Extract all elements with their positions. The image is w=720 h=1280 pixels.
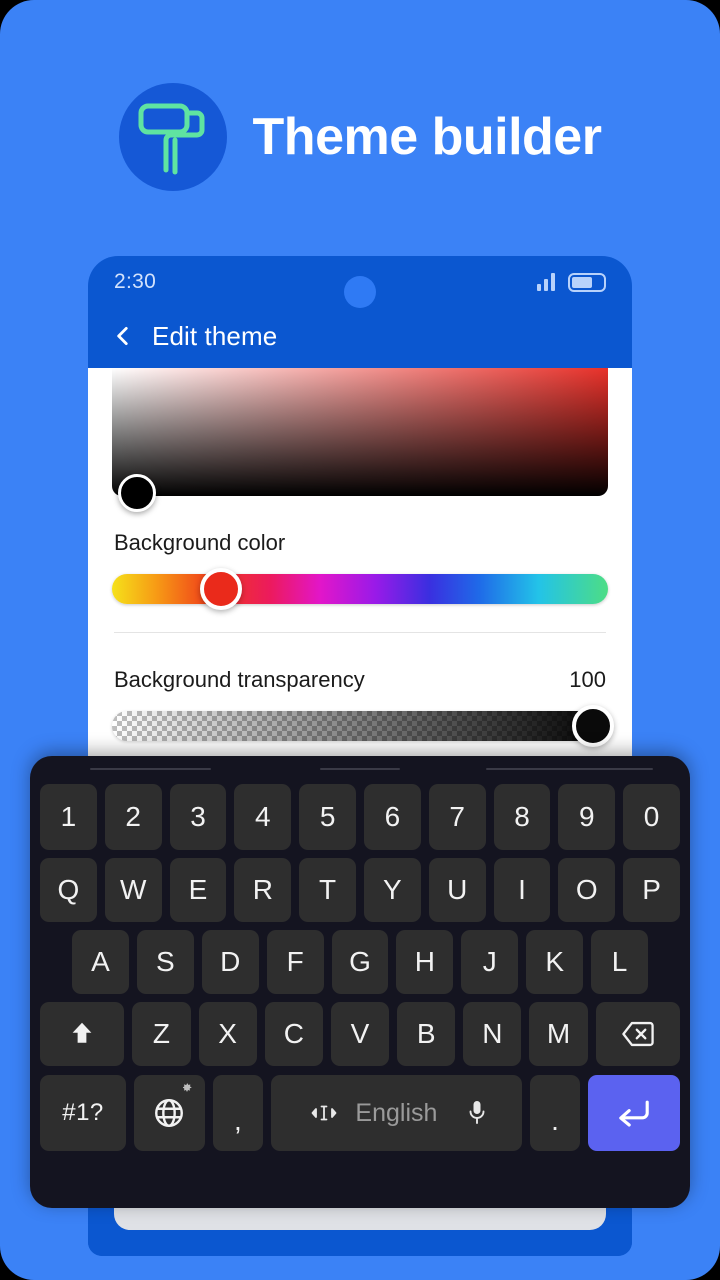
key-1[interactable]: 1	[40, 784, 97, 850]
key-q[interactable]: Q	[40, 858, 97, 922]
key-c[interactable]: C	[264, 1002, 323, 1066]
key-d[interactable]: D	[201, 930, 259, 994]
key-v[interactable]: V	[330, 1002, 390, 1066]
key-9[interactable]: 9	[558, 784, 616, 850]
shift-key[interactable]	[39, 1002, 125, 1066]
section-divider	[114, 632, 606, 633]
suggestion-slot-3[interactable]	[465, 768, 674, 770]
keyboard-row-numbers: 1 2 3 4 5 6 7 8 9 0	[40, 784, 680, 850]
enter-key[interactable]	[588, 1075, 680, 1151]
status-icons	[537, 272, 606, 292]
enter-return-icon	[619, 1100, 649, 1127]
key-3[interactable]: 3	[169, 784, 227, 850]
comma-key[interactable]: ,	[212, 1075, 264, 1151]
background-transparency-value: 100	[569, 667, 606, 692]
transparency-slider-thumb[interactable]	[572, 705, 615, 747]
key-p[interactable]: P	[623, 858, 680, 922]
backspace-key[interactable]	[595, 1002, 681, 1066]
keyboard-row-home: A S D F G H J K L	[40, 930, 680, 994]
background-color-label: Background color	[114, 530, 286, 555]
key-n[interactable]: N	[463, 1002, 522, 1066]
background-transparency-row: Background transparency 100	[88, 667, 632, 693]
language-globe-key[interactable]	[134, 1075, 205, 1151]
cursor-move-icon	[311, 1105, 337, 1121]
space-key[interactable]: English	[271, 1075, 522, 1151]
key-4[interactable]: 4	[234, 784, 292, 850]
paint-roller-icon	[118, 83, 227, 191]
globe-language-icon	[155, 1099, 184, 1127]
keyboard-row-bottom-letters: Z X C V B N M	[39, 1002, 681, 1066]
camera-punch-hole	[344, 276, 376, 308]
keyboard-row-functions: #1? , English .	[40, 1075, 680, 1151]
key-u[interactable]: U	[428, 858, 486, 922]
key-0[interactable]: 0	[623, 784, 680, 850]
key-2[interactable]: 2	[104, 784, 162, 850]
suggestion-strip	[40, 762, 680, 776]
status-bar: 2:30	[88, 256, 632, 308]
battery-icon	[568, 272, 606, 292]
microphone-icon	[469, 1101, 484, 1124]
key-g[interactable]: G	[331, 930, 389, 994]
background-color-row: Background color	[88, 530, 632, 556]
gear-settings-icon	[182, 1083, 191, 1092]
sv-picker-thumb[interactable]	[118, 474, 156, 512]
status-time: 2:30	[114, 270, 157, 293]
key-b[interactable]: B	[397, 1002, 456, 1066]
symbols-key[interactable]: #1?	[40, 1075, 127, 1151]
hue-slider[interactable]	[112, 568, 608, 610]
key-i[interactable]: I	[493, 858, 551, 922]
key-e[interactable]: E	[169, 858, 227, 922]
background-transparency-label: Background transparency	[114, 667, 365, 692]
key-k[interactable]: K	[526, 930, 584, 994]
key-z[interactable]: Z	[132, 1002, 191, 1066]
key-o[interactable]: O	[558, 858, 616, 922]
suggestion-slot-1[interactable]	[46, 768, 255, 770]
promo-header: Theme builder	[0, 72, 720, 202]
key-7[interactable]: 7	[428, 784, 486, 850]
hue-slider-thumb[interactable]	[200, 568, 243, 610]
app-bar: Edit theme	[88, 308, 632, 364]
key-6[interactable]: 6	[364, 784, 421, 850]
key-x[interactable]: X	[198, 1002, 257, 1066]
key-m[interactable]: M	[529, 1002, 588, 1066]
backspace-delete-icon	[622, 1021, 654, 1047]
promo-canvas: Theme builder 2:30 Edit theme Background…	[0, 0, 720, 1280]
key-8[interactable]: 8	[493, 784, 551, 850]
key-y[interactable]: Y	[364, 858, 421, 922]
key-s[interactable]: S	[136, 930, 194, 994]
app-bar-title: Edit theme	[152, 320, 278, 351]
key-5[interactable]: 5	[299, 784, 356, 850]
keyboard-row-qwerty: Q W E R T Y U I O P	[40, 858, 680, 922]
suggestion-slot-2[interactable]	[255, 768, 464, 770]
key-r[interactable]: R	[234, 858, 292, 922]
key-j[interactable]: J	[461, 930, 519, 994]
transparency-slider[interactable]	[112, 705, 615, 747]
saturation-value-picker[interactable]	[112, 368, 608, 512]
key-a[interactable]: A	[72, 930, 129, 994]
on-screen-keyboard: 1 2 3 4 5 6 7 8 9 0 Q W E R T Y U I O P …	[30, 756, 690, 1208]
shift-up-arrow-icon	[72, 1022, 92, 1043]
signal-bars-icon	[537, 273, 555, 291]
space-key-label: English	[355, 1098, 438, 1127]
key-f[interactable]: F	[266, 930, 324, 994]
key-l[interactable]: L	[591, 930, 649, 994]
period-key[interactable]: .	[529, 1075, 581, 1151]
key-w[interactable]: W	[104, 858, 162, 922]
back-chevron-icon[interactable]	[110, 323, 136, 349]
page-title: Theme builder	[252, 108, 602, 166]
key-h[interactable]: H	[396, 930, 454, 994]
key-t[interactable]: T	[299, 858, 356, 922]
